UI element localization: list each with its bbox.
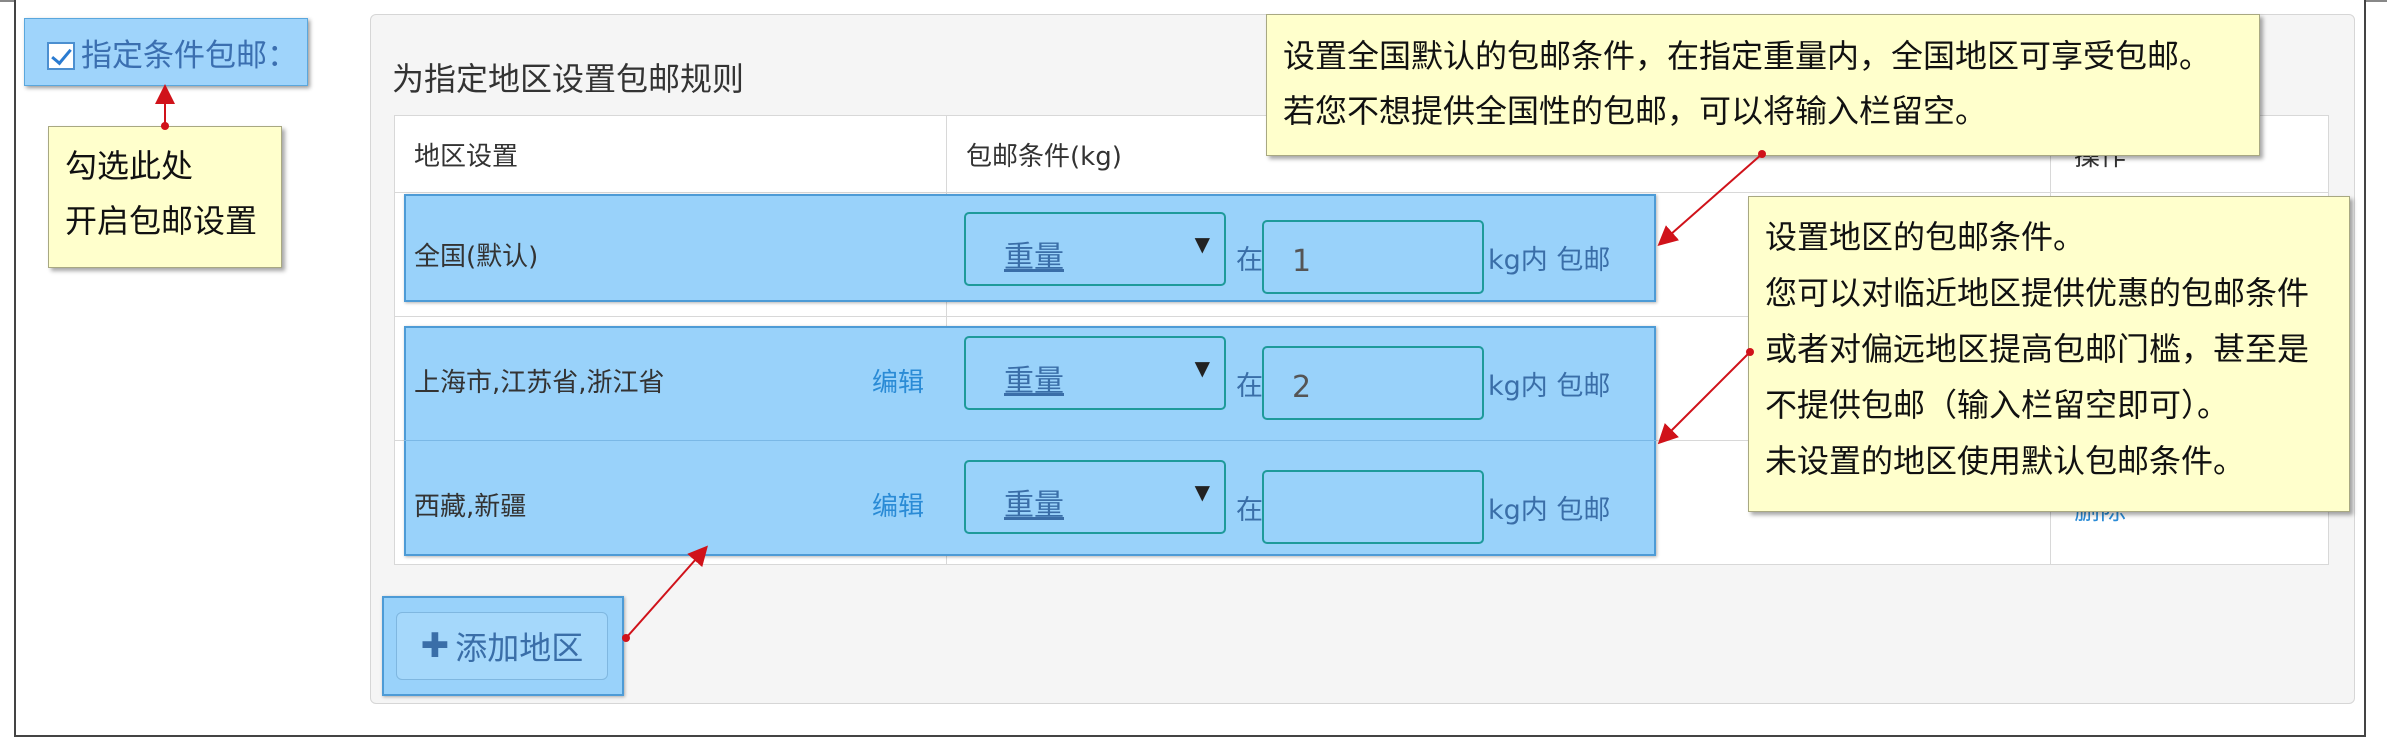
arrow-line [625,545,708,639]
arrow-line [1657,351,1751,445]
arrow-dot [1758,150,1766,158]
arrow-dot [161,122,169,130]
annotation-arrows [155,84,1766,642]
arrow-line [1657,153,1763,246]
arrow-dot [1746,348,1754,356]
arrow-dot [622,634,630,642]
